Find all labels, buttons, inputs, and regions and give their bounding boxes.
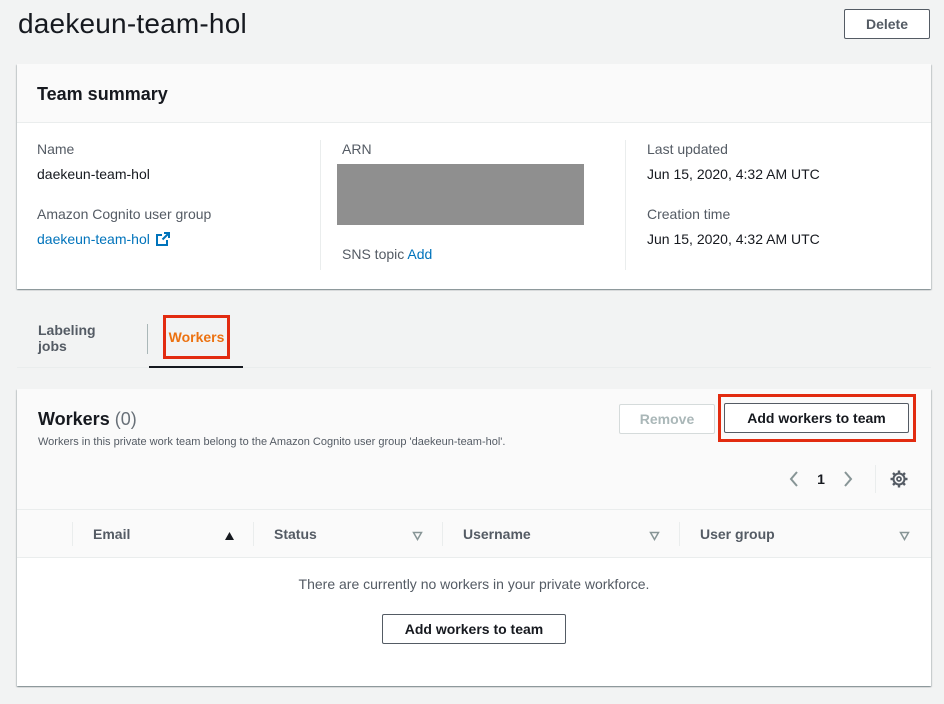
arn-redacted-block bbox=[337, 164, 584, 225]
tab-workers-label: Workers bbox=[163, 314, 230, 359]
workers-header: Workers (0) Workers in this private work… bbox=[17, 389, 931, 510]
summary-col-dates: Last updated Jun 15, 2020, 4:32 AM UTC C… bbox=[647, 140, 820, 248]
page-number[interactable]: 1 bbox=[801, 471, 841, 487]
add-workers-button[interactable]: Add workers to team bbox=[724, 403, 909, 433]
column-header-user-group[interactable]: User group bbox=[700, 510, 775, 558]
cognito-label: Amazon Cognito user group bbox=[37, 206, 212, 222]
gear-icon[interactable] bbox=[890, 470, 908, 493]
last-updated-label: Last updated bbox=[647, 141, 728, 157]
tab-workers[interactable]: Workers bbox=[150, 308, 243, 368]
summary-divider bbox=[320, 140, 321, 270]
workers-panel: Workers (0) Workers in this private work… bbox=[17, 389, 931, 686]
page-title: daekeun-team-hol bbox=[18, 8, 247, 39]
empty-add-workers-button[interactable]: Add workers to team bbox=[382, 614, 566, 644]
name-label: Name bbox=[37, 141, 75, 157]
external-link-icon[interactable] bbox=[155, 232, 170, 250]
summary-col-arn: ARN SNS topic Add bbox=[337, 140, 584, 263]
summary-col-name: Name daekeun-team-hol Amazon Cognito use… bbox=[37, 140, 211, 250]
arn-label: ARN bbox=[342, 141, 372, 157]
remove-button[interactable]: Remove bbox=[619, 404, 715, 434]
cognito-group-link[interactable]: daekeun-team-hol bbox=[37, 231, 150, 247]
tab-bar: Labeling jobs Workers bbox=[17, 308, 931, 368]
sns-topic-label: SNS topic bbox=[342, 246, 405, 262]
sort-descending-icon[interactable] bbox=[649, 528, 660, 546]
creation-time-value: Jun 15, 2020, 4:32 AM UTC bbox=[647, 231, 820, 247]
sort-descending-icon[interactable] bbox=[412, 528, 423, 546]
chevron-left-icon[interactable] bbox=[787, 471, 801, 487]
column-header-email[interactable]: Email bbox=[93, 510, 130, 558]
sns-topic-row: SNS topic Add bbox=[342, 245, 584, 263]
last-updated-value: Jun 15, 2020, 4:32 AM UTC bbox=[647, 166, 820, 182]
pagination: 1 bbox=[787, 468, 855, 490]
col-divider bbox=[442, 522, 443, 546]
delete-button[interactable]: Delete bbox=[844, 9, 930, 39]
workers-title-text: Workers bbox=[38, 409, 110, 429]
active-tab-underline bbox=[149, 366, 243, 368]
name-value: daekeun-team-hol bbox=[37, 166, 150, 182]
workers-description: Workers in this private work team belong… bbox=[38, 436, 506, 448]
summary-divider bbox=[625, 140, 626, 270]
col-divider bbox=[253, 522, 254, 546]
sort-descending-icon[interactable] bbox=[899, 528, 910, 546]
column-header-status[interactable]: Status bbox=[274, 510, 317, 558]
team-summary-panel: Team summary Name daekeun-team-hol Amazo… bbox=[17, 64, 931, 289]
column-header-username[interactable]: Username bbox=[463, 510, 531, 558]
col-divider bbox=[679, 522, 680, 546]
tab-separator bbox=[147, 324, 148, 354]
col-divider bbox=[72, 522, 73, 546]
team-summary-header: Team summary bbox=[17, 64, 931, 123]
sort-ascending-icon[interactable] bbox=[224, 528, 235, 546]
creation-time-label: Creation time bbox=[647, 206, 731, 222]
table-header: Email Status Username User group bbox=[17, 510, 931, 558]
tab-labeling-jobs[interactable]: Labeling jobs bbox=[38, 308, 128, 368]
pager-divider bbox=[875, 465, 876, 493]
sns-add-link[interactable]: Add bbox=[407, 246, 432, 262]
chevron-right-icon[interactable] bbox=[841, 471, 855, 487]
cognito-link-row: daekeun-team-hol bbox=[37, 230, 211, 250]
workers-title: Workers (0) bbox=[38, 409, 137, 430]
workers-count: (0) bbox=[114, 409, 137, 429]
empty-state-message: There are currently no workers in your p… bbox=[298, 576, 650, 592]
